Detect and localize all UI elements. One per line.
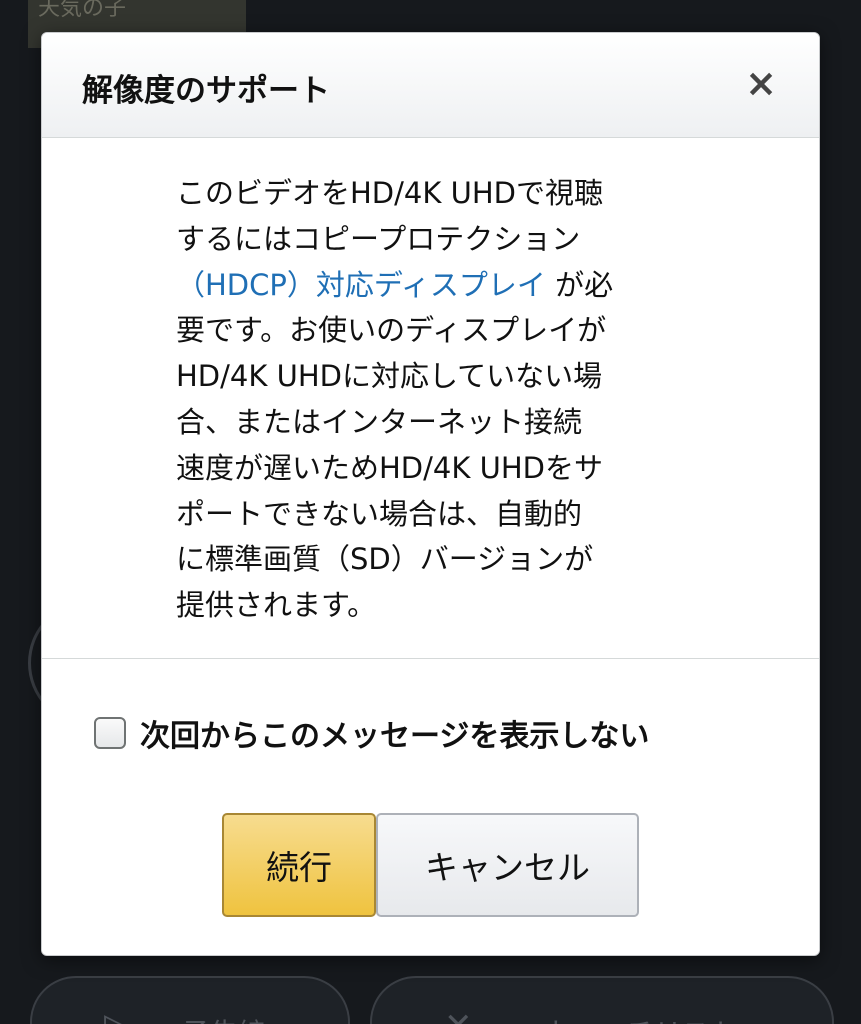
play-icon: ▷ [104, 1006, 130, 1024]
background-watchlist-label: ウォッチリスト [542, 1012, 738, 1024]
background-thumbnail-title: 天気の子 [38, 0, 127, 21]
message-line: このビデオをHD/4K UHDで視聴 [176, 176, 603, 210]
dont-show-again-option[interactable]: 次回からこのメッセージを表示しない [94, 711, 649, 755]
message-line: 合、またはインターネット接続 [176, 404, 583, 439]
dialog-header: 解像度のサポート × [42, 33, 819, 138]
message-line: するにはコピープロテクション [176, 221, 581, 256]
message-line: 速度が遅いためHD/4K UHDをサ [176, 450, 603, 485]
message-line: （HDCP）対応ディスプレイ が必 [176, 263, 696, 309]
resolution-support-dialog: 解像度のサポート × このビデオをHD/4K UHDで視聴 するにはコピープロテ… [41, 32, 820, 956]
message-line: 提供されます。 [176, 588, 377, 623]
dialog-title: 解像度のサポート [82, 73, 330, 109]
background-trailer-label: 予告編 [182, 1012, 266, 1024]
dont-show-again-label[interactable]: 次回からこのメッセージを表示しない [140, 711, 649, 755]
dialog-message: このビデオをHD/4K UHDで視聴 するにはコピープロテクション （HDCP）… [176, 171, 696, 629]
dont-show-again-checkbox[interactable] [94, 717, 126, 749]
dialog-footer: 次回からこのメッセージを表示しない 続行 キャンセル [42, 659, 819, 955]
close-icon: × [745, 61, 777, 105]
continue-button[interactable]: 続行 [222, 813, 376, 917]
message-line-suffix: が必 [545, 267, 614, 302]
cancel-button[interactable]: キャンセル [376, 813, 639, 917]
message-line: に標準画質（SD）バージョンが [176, 542, 594, 577]
watchlist-icon: ✕ [444, 1006, 473, 1024]
background-trailer-button: ▷ 予告編 [30, 976, 350, 1024]
message-line: 要です。お使いのディスプレイが [176, 313, 607, 348]
message-line: HD/4K UHDに対応していない場 [176, 359, 603, 394]
hdcp-display-link[interactable]: （HDCP）対応ディスプレイ [176, 268, 546, 302]
close-button[interactable]: × [741, 63, 781, 103]
message-line: ポートできない場合は、自動的 [176, 496, 583, 531]
background-watchlist-button: ✕ ウォッチリスト [370, 976, 834, 1024]
